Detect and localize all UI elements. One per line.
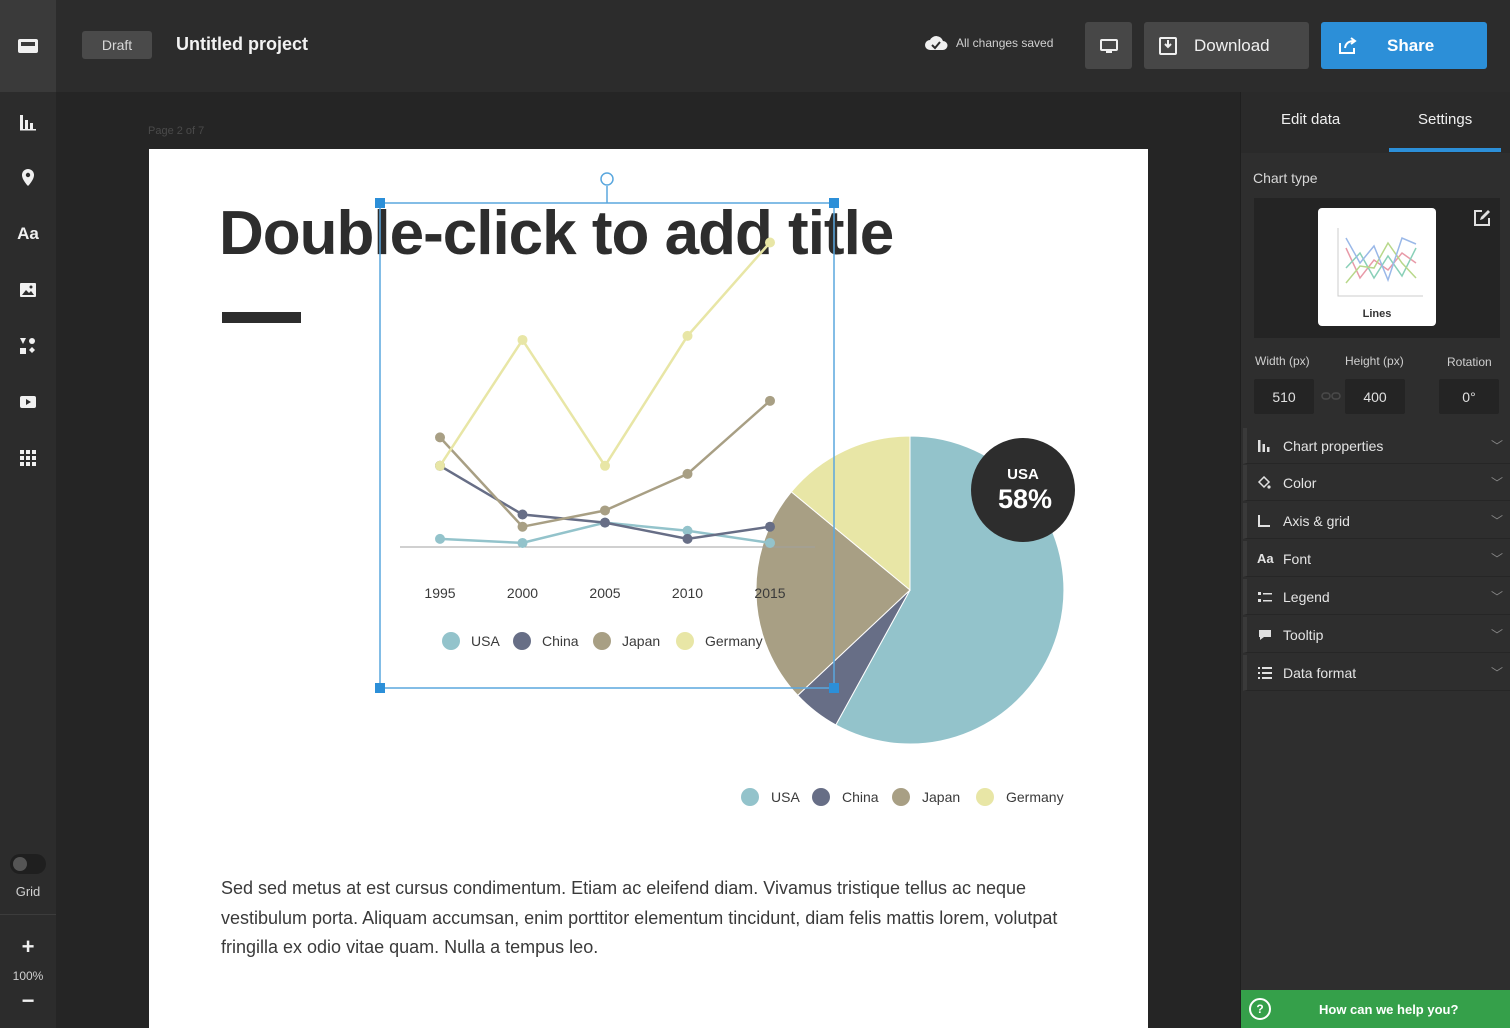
home-logo-button[interactable]: [0, 0, 56, 92]
map-icon: [22, 169, 34, 186]
font-icon: Aa: [1257, 551, 1274, 566]
paint-bucket-icon: [1257, 475, 1271, 489]
section-label: Font: [1283, 550, 1312, 567]
text-tool[interactable]: Aa: [0, 206, 56, 262]
chevron-down-icon: ﹀: [1490, 590, 1503, 604]
settings-panel: Edit data Settings Chart type Lines Widt…: [1240, 92, 1510, 1028]
text-icon: Aa: [17, 224, 39, 243]
shapes-icon: [20, 338, 35, 354]
left-toolbar: Aa Grid + 100% −: [0, 92, 56, 1028]
section-label: Chart properties: [1283, 437, 1384, 454]
section-axis-grid[interactable]: Axis & grid ﹀: [1243, 503, 1510, 539]
edit-icon: [1474, 210, 1490, 226]
grid-toggle[interactable]: [10, 854, 46, 874]
active-tab-indicator: [1389, 148, 1501, 152]
help-label: How can we help you?: [1319, 1001, 1459, 1017]
lines-chart-thumbnail-icon: [1337, 228, 1423, 297]
title-placeholder[interactable]: Double-click to add title: [219, 198, 894, 269]
legend-icon: [1258, 591, 1272, 602]
section-color[interactable]: Color ﹀: [1243, 465, 1510, 501]
zoom-in-button[interactable]: +: [0, 934, 56, 960]
tab-edit-data[interactable]: Edit data: [1281, 111, 1340, 128]
grid-label: Grid: [15, 884, 41, 899]
rotation-label: Rotation: [1447, 355, 1492, 369]
chevron-down-icon: ﹀: [1490, 476, 1503, 490]
share-button[interactable]: Share: [1321, 22, 1487, 69]
section-label: Color: [1283, 474, 1317, 491]
title-underline: [222, 312, 301, 323]
download-label: Download: [1194, 35, 1270, 55]
video-tool[interactable]: [0, 374, 56, 430]
save-status: All changes saved: [924, 35, 1053, 51]
speech-bubble-icon: [1259, 629, 1271, 640]
help-question-icon: ?: [1249, 998, 1271, 1020]
top-bar: Draft Untitled project All changes saved…: [0, 0, 1510, 92]
section-legend[interactable]: Legend ﹀: [1243, 579, 1510, 615]
section-label: Tooltip: [1283, 626, 1324, 643]
share-label: Share: [1387, 35, 1435, 55]
edit-chart-type-button[interactable]: [1472, 208, 1492, 233]
bar-chart-icon: [1258, 439, 1270, 452]
apps-grid-icon: [20, 450, 36, 466]
chart-type-label: Chart type: [1253, 170, 1318, 186]
download-icon: [1159, 36, 1177, 55]
section-label: Data format: [1283, 664, 1357, 681]
chart-type-thumbnail[interactable]: Lines: [1318, 208, 1436, 326]
chart-type-picker[interactable]: Lines: [1254, 198, 1500, 338]
maps-tool[interactable]: [0, 150, 56, 206]
section-label: Axis & grid: [1283, 512, 1350, 529]
chevron-down-icon: ﹀: [1490, 628, 1503, 642]
monitor-icon: [1099, 38, 1118, 53]
axis-icon: [1258, 514, 1270, 527]
video-icon: [20, 396, 36, 408]
section-label: Legend: [1283, 588, 1330, 605]
charts-tool[interactable]: [0, 94, 56, 150]
link-icon: [1321, 392, 1341, 400]
body-paragraph[interactable]: Sed sed metus at est cursus condimentum.…: [221, 874, 1081, 963]
section-tooltip[interactable]: Tooltip ﹀: [1243, 617, 1510, 653]
cloud-check-icon: [925, 36, 948, 50]
apps-tool[interactable]: [0, 430, 56, 486]
present-button[interactable]: [1085, 22, 1132, 69]
zoom-level: 100%: [12, 969, 44, 983]
height-input[interactable]: 400: [1345, 379, 1405, 414]
shapes-tool[interactable]: [0, 318, 56, 374]
height-label: Height (px): [1345, 354, 1404, 368]
download-button[interactable]: Download: [1144, 22, 1309, 69]
help-button[interactable]: ? How can we help you?: [1241, 990, 1510, 1028]
project-title[interactable]: Untitled project: [176, 34, 308, 55]
app-window: Draft Untitled project All changes saved…: [0, 0, 1510, 1028]
width-label: Width (px): [1255, 354, 1310, 368]
charts-icon: [20, 115, 36, 131]
chevron-down-icon: ﹀: [1490, 552, 1503, 566]
images-tool[interactable]: [0, 262, 56, 318]
section-font[interactable]: Aa Font ﹀: [1243, 541, 1510, 577]
chart-type-name: Lines: [1362, 308, 1392, 320]
zoom-out-button[interactable]: −: [0, 988, 56, 1014]
panel-tabs: Edit data Settings: [1241, 92, 1510, 153]
chevron-down-icon: ﹀: [1490, 514, 1503, 528]
save-status-text: All changes saved: [956, 36, 1054, 50]
share-icon: [1339, 36, 1357, 54]
chevron-down-icon: ﹀: [1490, 666, 1503, 680]
inbox-logo-icon: [18, 39, 38, 53]
rotation-input[interactable]: 0°: [1439, 379, 1499, 414]
aspect-lock-button[interactable]: [1321, 389, 1341, 407]
section-chart-properties[interactable]: Chart properties ﹀: [1243, 428, 1510, 464]
tab-settings[interactable]: Settings: [1418, 111, 1472, 128]
chevron-down-icon: ﹀: [1490, 439, 1503, 453]
width-input[interactable]: 510: [1254, 379, 1314, 414]
list-format-icon: [1258, 666, 1272, 679]
rail-divider: [0, 914, 56, 915]
page-indicator: Page 2 of 7: [148, 125, 205, 137]
draft-badge: Draft: [82, 31, 152, 59]
section-data-format[interactable]: Data format ﹀: [1243, 655, 1510, 691]
image-icon: [20, 283, 36, 297]
